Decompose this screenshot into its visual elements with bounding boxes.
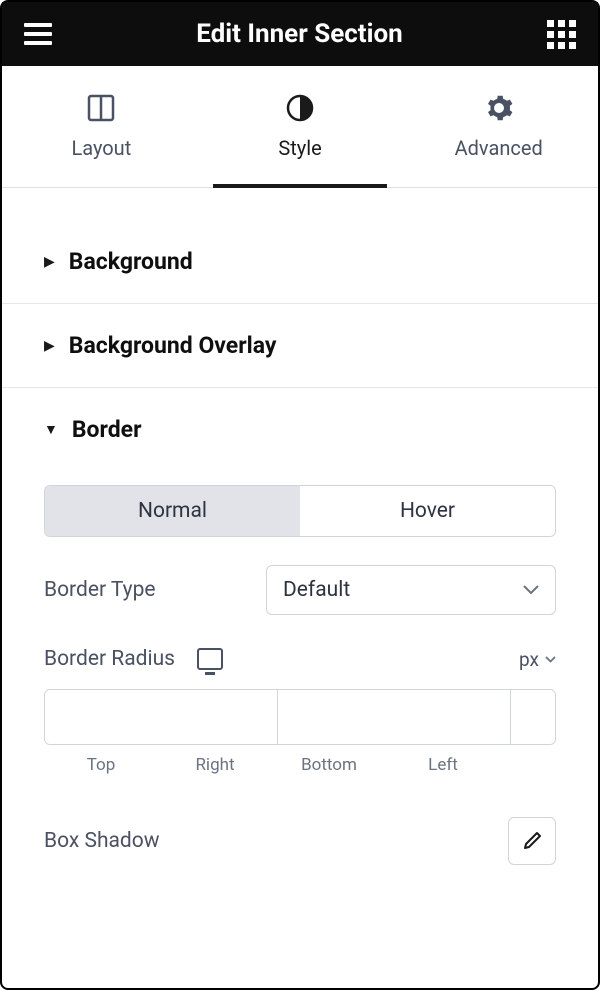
border-type-label: Border Type (44, 578, 156, 602)
section-background-overlay-label: Background Overlay (69, 332, 277, 359)
page-title: Edit Inner Section (196, 19, 402, 49)
tab-layout-label: Layout (71, 136, 131, 160)
pencil-icon (521, 830, 543, 852)
toggle-hover[interactable]: Hover (300, 486, 555, 536)
section-border[interactable]: ▼ Border (2, 388, 598, 443)
section-background-label: Background (69, 248, 193, 275)
box-shadow-label: Box Shadow (44, 829, 160, 853)
tab-advanced[interactable]: Advanced (399, 66, 598, 187)
tabs: Layout Style Advanced (2, 66, 598, 188)
unit-value: px (519, 648, 539, 671)
caret-right-icon: ▶ (44, 338, 55, 354)
section-background-overlay[interactable]: ▶ Background Overlay (2, 304, 598, 388)
box-shadow-row: Box Shadow (44, 817, 556, 865)
desktop-icon[interactable] (197, 648, 223, 670)
tab-style-label: Style (278, 136, 321, 160)
border-type-value: Default (283, 578, 350, 602)
header: Edit Inner Section (2, 2, 598, 66)
state-toggle: Normal Hover (44, 485, 556, 537)
border-radius-label: Border Radius (44, 647, 175, 671)
border-type-row: Border Type Default (44, 565, 556, 615)
layout-icon (87, 94, 115, 122)
radius-right-input[interactable] (278, 690, 511, 744)
box-shadow-edit-button[interactable] (508, 817, 556, 865)
radius-bottom-input[interactable] (511, 690, 556, 744)
chevron-down-icon (523, 585, 539, 595)
tab-advanced-label: Advanced (455, 136, 543, 160)
tab-layout[interactable]: Layout (2, 66, 201, 187)
unit-selector[interactable]: px (519, 648, 556, 671)
radius-labels: Top Right Bottom Left (44, 755, 556, 775)
border-content: Normal Hover Border Type Default Border … (2, 443, 598, 865)
radius-left-label: Left (386, 755, 500, 775)
border-radius-row: Border Radius px (44, 647, 556, 671)
caret-right-icon: ▶ (44, 254, 55, 270)
radius-inputs (44, 689, 556, 745)
caret-down-icon: ▼ (44, 421, 58, 438)
menu-icon[interactable] (24, 23, 52, 45)
section-background[interactable]: ▶ Background (2, 220, 598, 304)
tab-style[interactable]: Style (201, 66, 400, 187)
apps-icon[interactable] (547, 20, 576, 49)
border-type-select[interactable]: Default (266, 565, 556, 615)
toggle-normal[interactable]: Normal (45, 486, 300, 536)
chevron-down-icon (545, 656, 556, 663)
gear-icon (485, 94, 513, 122)
radius-top-input[interactable] (45, 690, 278, 744)
radius-top-label: Top (44, 755, 158, 775)
style-icon (286, 94, 314, 122)
radius-bottom-label: Bottom (272, 755, 386, 775)
radius-right-label: Right (158, 755, 272, 775)
section-border-label: Border (72, 416, 142, 443)
